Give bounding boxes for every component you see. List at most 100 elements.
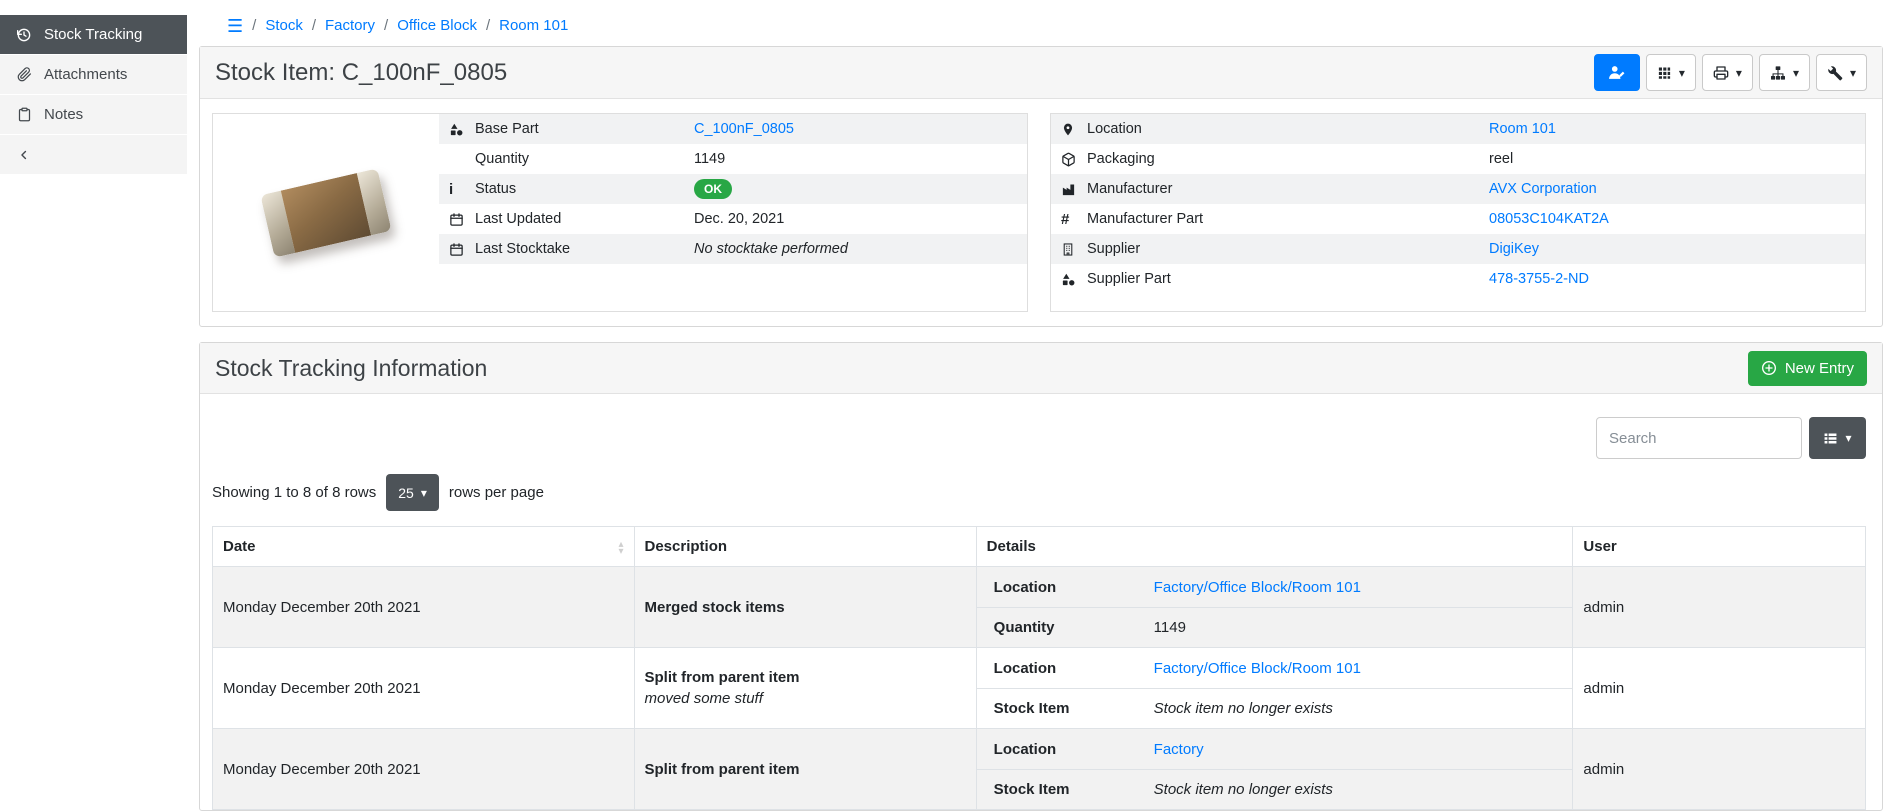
page-size-button[interactable]: 25 ▾ <box>386 474 439 511</box>
details-card-left: Base Part C_100nF_0805 Quantity 1149 i S… <box>212 113 1028 312</box>
view-options-button[interactable]: ▾ <box>1646 54 1696 91</box>
paperclip-icon <box>15 67 33 82</box>
detail-row-manufacturer-part: # Manufacturer Part 08053C104KAT2A <box>1051 204 1865 234</box>
detail-location-link[interactable]: Factory <box>1154 741 1204 758</box>
sidebar: Stock Tracking Attachments Notes <box>0 0 187 175</box>
supplier-part-link[interactable]: 478-3755-2-ND <box>1489 271 1589 287</box>
base-part-link[interactable]: C_100nF_0805 <box>694 121 794 137</box>
detail-entry-label: Stock Item <box>994 781 1154 798</box>
user-edit-icon <box>1608 64 1625 81</box>
supplier-link[interactable]: DigiKey <box>1489 241 1539 257</box>
breadcrumb-factory[interactable]: Factory <box>325 17 375 34</box>
sidebar-item-stock-tracking[interactable]: Stock Tracking <box>0 15 187 54</box>
detail-entry-value: Stock item no longer exists <box>1154 781 1333 798</box>
shapes-icon <box>1061 272 1087 287</box>
detail-label: Supplier <box>1087 241 1489 257</box>
detail-entry: Stock Item Stock item no longer exists <box>977 688 1573 728</box>
detail-entry-label: Location <box>994 579 1154 596</box>
column-header-description: Description <box>634 527 976 567</box>
stock-actions-button[interactable]: ▾ <box>1759 54 1810 91</box>
breadcrumb-stock[interactable]: Stock <box>265 17 303 34</box>
detail-entry: Location Factory/Office Block/Room 101 <box>977 648 1573 688</box>
tracking-details: Location Factory/Office Block/Room 101 Q… <box>976 567 1573 648</box>
detail-entry: Quantity 1149 <box>977 607 1573 647</box>
stock-item-details: Base Part C_100nF_0805 Quantity 1149 i S… <box>200 99 1882 326</box>
breadcrumb-office-block[interactable]: Office Block <box>397 17 477 34</box>
quantity-value: 1149 <box>694 151 1017 167</box>
location-icon <box>1061 122 1087 137</box>
detail-label: Last Updated <box>475 211 694 227</box>
tools-icon <box>1827 65 1843 81</box>
detail-row-packaging: Packaging reel <box>1051 144 1865 174</box>
list-icon <box>1823 431 1838 446</box>
stock-item-header: Stock Item: C_100nF_0805 ▾ <box>200 47 1882 99</box>
tracking-row: Monday December 20th 2021 Split from par… <box>213 648 1866 729</box>
toolbar: ▾ ▾ ▾ <box>1594 54 1867 91</box>
print-actions-button[interactable]: ▾ <box>1702 54 1753 91</box>
column-header-label: User <box>1583 538 1616 555</box>
notes-icon <box>15 107 33 122</box>
caret-down-icon: ▾ <box>1850 67 1856 79</box>
tracking-user: admin <box>1573 648 1866 729</box>
tracking-date: Monday December 20th 2021 <box>213 567 635 648</box>
column-header-label: Details <box>987 538 1036 555</box>
breadcrumb-separator: / <box>312 17 316 34</box>
detail-label: Last Stocktake <box>475 241 694 257</box>
sidebar-item-notes[interactable]: Notes <box>0 95 187 134</box>
detail-label: Manufacturer <box>1087 181 1489 197</box>
new-entry-label: New Entry <box>1785 360 1854 377</box>
detail-label: Status <box>475 181 694 197</box>
breadcrumb-separator: / <box>486 17 490 34</box>
sidebar-item-attachments[interactable]: Attachments <box>0 55 187 94</box>
detail-entry-label: Stock Item <box>994 700 1154 717</box>
tracking-date: Monday December 20th 2021 <box>213 729 635 810</box>
tracking-description: Split from parent item moved some stuff <box>634 648 976 729</box>
stock-item-panel: Stock Item: C_100nF_0805 ▾ <box>199 46 1883 327</box>
last-stocktake-value: No stocktake performed <box>694 241 1017 257</box>
manufacturer-part-link[interactable]: 08053C104KAT2A <box>1489 211 1609 227</box>
pagination-info: Showing 1 to 8 of 8 rows 25 ▾ rows per p… <box>212 474 1866 511</box>
detail-label: Location <box>1087 121 1489 137</box>
user-actions-button[interactable] <box>1594 54 1640 91</box>
tracking-description-text: Split from parent item <box>645 669 966 686</box>
detail-location-link[interactable]: Factory/Office Block/Room 101 <box>1154 660 1361 677</box>
page-title: Stock Item: C_100nF_0805 <box>215 59 507 87</box>
grid-icon <box>1657 65 1672 80</box>
new-entry-button[interactable]: New Entry <box>1748 351 1867 386</box>
edit-actions-button[interactable]: ▾ <box>1816 54 1867 91</box>
detail-row-location: Location Room 101 <box>1051 114 1865 144</box>
details-table-left: Base Part C_100nF_0805 Quantity 1149 i S… <box>439 114 1027 264</box>
location-link[interactable]: Room 101 <box>1489 121 1556 137</box>
search-input[interactable] <box>1596 417 1802 459</box>
breadcrumb-room-101[interactable]: Room 101 <box>499 17 568 34</box>
part-thumbnail[interactable] <box>213 114 439 311</box>
showing-rows-text: Showing 1 to 8 of 8 rows <box>212 484 376 501</box>
tracking-table: Date ▴▾ Description Details User <box>212 526 1866 810</box>
tracking-panel-body: ▾ Showing 1 to 8 of 8 rows 25 ▾ rows per… <box>200 394 1882 810</box>
detail-label: Base Part <box>475 121 694 137</box>
caret-down-icon: ▾ <box>1845 432 1851 444</box>
sitemap-icon <box>1770 65 1786 81</box>
industry-icon <box>1061 182 1087 197</box>
detail-row-base-part: Base Part C_100nF_0805 <box>439 114 1027 144</box>
detail-label: Manufacturer Part <box>1087 211 1489 227</box>
detail-row-last-updated: Last Updated Dec. 20, 2021 <box>439 204 1027 234</box>
details-table-right: Location Room 101 Packaging reel <box>1051 114 1865 294</box>
last-updated-value: Dec. 20, 2021 <box>694 211 1017 227</box>
detail-entry-label: Location <box>994 741 1154 758</box>
packaging-value: reel <box>1489 151 1855 167</box>
column-header-date[interactable]: Date ▴▾ <box>213 527 635 567</box>
sidebar-collapse-button[interactable] <box>0 135 187 174</box>
detail-row-quantity: Quantity 1149 <box>439 144 1027 174</box>
column-header-label: Date <box>223 538 256 555</box>
detail-entry: Stock Item Stock item no longer exists <box>977 769 1573 809</box>
detail-row-supplier-part: Supplier Part 478-3755-2-ND <box>1051 264 1865 294</box>
menu-icon[interactable]: ☰ <box>227 17 243 35</box>
sidebar-item-label: Notes <box>44 106 83 123</box>
page-size-value: 25 <box>398 485 414 501</box>
table-columns-button[interactable]: ▾ <box>1809 417 1866 459</box>
manufacturer-link[interactable]: AVX Corporation <box>1489 181 1597 197</box>
detail-location-link[interactable]: Factory/Office Block/Room 101 <box>1154 579 1361 596</box>
column-header-user: User <box>1573 527 1866 567</box>
detail-entry-value: Stock item no longer exists <box>1154 700 1333 717</box>
